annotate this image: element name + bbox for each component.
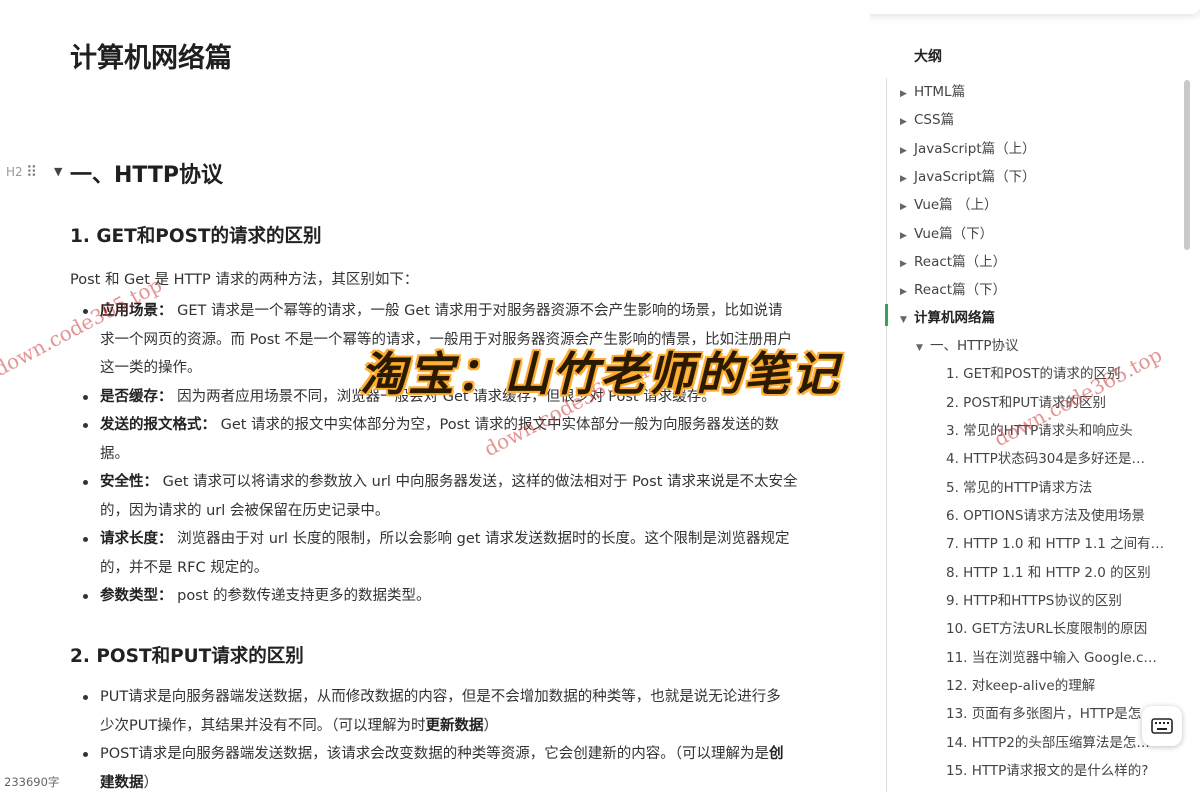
drag-handle-icon[interactable]: ⠿ [26,163,37,181]
outline-subitem[interactable]: 9. HTTP和HTTPS协议的区别 [946,589,1122,609]
outline-panel: 大纲 ▶ HTML篇 ▶ CSS篇 ▶ JavaScript篇（上） ▶ JavaScr… [870,0,1200,792]
outline-subitem[interactable]: 6. OPTIONS请求方法及使用场景 [946,504,1145,524]
outline-subitem[interactable]: 13. 页面有多张图片，HTTP是怎… [946,702,1155,722]
outline-subitem[interactable]: 7. HTTP 1.0 和 HTTP 1.1 之间有… [946,532,1164,552]
outline-subitem[interactable]: 15. HTTP请求报文的是什么样的? [946,759,1148,779]
outline-subitem[interactable]: 4. HTTP状态码304是多好还是… [946,447,1145,467]
list-item: 参数类型： post 的参数传递支持更多的数据类型。 [83,582,832,611]
outline-subitem[interactable]: 8. HTTP 1.1 和 HTTP 2.0 的区别 [946,561,1151,581]
chevron-right-icon[interactable]: ▶ [900,146,914,156]
chevron-right-icon[interactable]: ▶ [900,174,914,184]
chevron-right-icon[interactable]: ▶ [900,231,914,241]
outline-subitem[interactable]: 5. 常见的HTTP请求方法 [946,476,1092,496]
list-item: PUT请求是向服务器端发送数据，从而修改数据的内容，但是不会增加数据的种类等，也… [83,683,832,740]
outline-scrollbar[interactable] [1184,80,1190,250]
chevron-down-icon[interactable]: ▼ [916,343,930,353]
outline-item-vue-2[interactable]: ▶ Vue篇（下） [900,222,993,242]
heading-post-put: 2. POST和PUT请求的区别 [70,646,304,667]
outline-item-vue-1[interactable]: ▶ Vue篇 （上） [900,193,997,213]
heading-http: 一、HTTP协议 [70,163,224,188]
outline-item-react-2[interactable]: ▶ React篇（下） [900,278,1006,298]
app-window: 计算机网络篇 H2 ⠿ ▼ 一、HTTP协议 1. GET和POST的请求的区别… [0,0,1200,792]
outline-subitem[interactable]: 14. HTTP2的头部压缩算法是怎… [946,731,1150,751]
keyboard-icon [1151,718,1173,734]
outline-item-html[interactable]: ▶ HTML篇 [900,80,965,100]
keyboard-button[interactable] [1142,706,1182,746]
list-item: 安全性： Get 请求可以将请求的参数放入 url 中向服务器发送，这样的做法相… [83,468,832,525]
intro-paragraph: Post 和 Get 是 HTTP 请求的两种方法，其区别如下： [70,272,419,288]
outline-subitem[interactable]: 12. 对keep-alive的理解 [946,674,1095,694]
page-title: 计算机网络篇 [70,43,232,74]
outline-item-network[interactable]: ▼ 计算机网络篇 [900,306,995,326]
post-put-bullet-list: PUT请求是向服务器端发送数据，从而修改数据的内容，但是不会增加数据的种类等，也… [83,683,832,792]
heading-level-marker: H2 [6,165,23,179]
heading-get-post: 1. GET和POST的请求的区别 [70,226,322,247]
chevron-right-icon[interactable]: ▶ [900,287,914,297]
chevron-right-icon[interactable]: ▶ [900,89,914,99]
heading-row: H2 ⠿ ▼ 一、HTTP协议 [0,155,860,191]
outline-item-js-1[interactable]: ▶ JavaScript篇（上） [900,137,1036,157]
outline-subitem[interactable]: 11. 当在浏览器中输入 Google.c… [946,646,1157,666]
outline-subitem[interactable]: 10. GET方法URL长度限制的原因 [946,617,1147,637]
word-count: 233690字 [4,775,60,789]
outline-item-css[interactable]: ▶ CSS篇 [900,108,954,128]
outline-divider [886,78,887,792]
outline-title: 大纲 [914,49,942,65]
outline-item-js-2[interactable]: ▶ JavaScript篇（下） [900,165,1036,185]
chevron-right-icon[interactable]: ▶ [900,117,914,127]
active-indicator [885,304,888,326]
collapse-caret-icon[interactable]: ▼ [54,165,62,178]
promo-banner: 淘宝：山竹老师的笔记 [360,347,840,401]
outline-item-http[interactable]: ▼ 一、HTTP协议 [916,334,1019,354]
chevron-right-icon[interactable]: ▶ [900,202,914,212]
list-item: 请求长度： 浏览器由于对 url 长度的限制，所以会影响 get 请求发送数据时… [83,525,832,582]
toolbar-shadow [870,0,1200,14]
chevron-down-icon[interactable]: ▼ [900,315,914,325]
outline-item-react-1[interactable]: ▶ React篇（上） [900,250,1006,270]
chevron-right-icon[interactable]: ▶ [900,259,914,269]
list-item: POST请求是向服务器端发送数据，该请求会改变数据的种类等资源，它会创建新的内容… [83,740,832,792]
list-item: 发送的报文格式： Get 请求的报文中实体部分为空，Post 请求的报文中实体部… [83,411,832,468]
